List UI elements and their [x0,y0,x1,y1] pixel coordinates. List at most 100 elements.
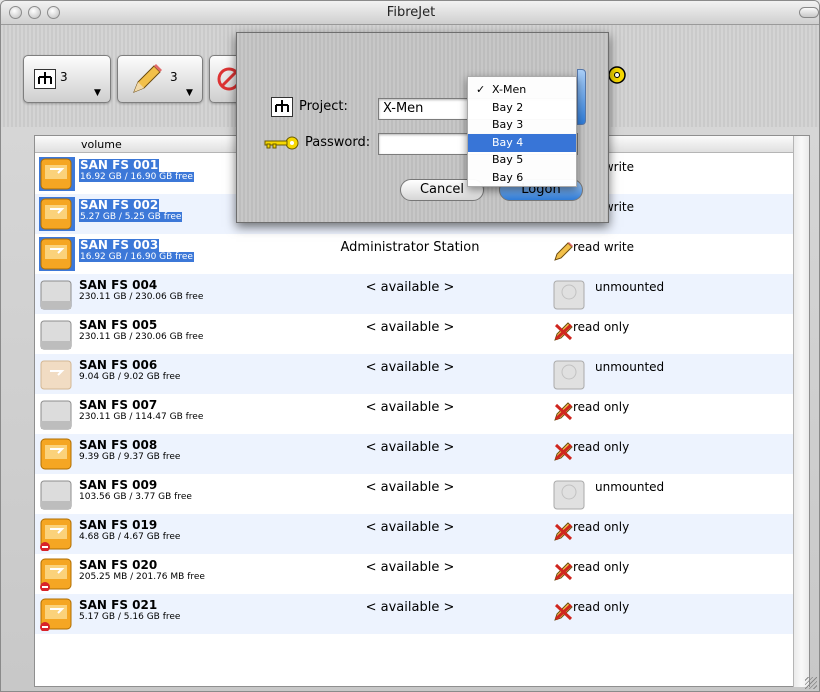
access-cell[interactable]: read write [553,238,733,270]
access-label: read only [573,320,630,334]
table-row[interactable]: SAN FS 021 5.17 GB / 5.16 GB free < availa… [35,594,793,634]
volume-name: SAN FS 004 [79,278,158,292]
access-cell[interactable]: read only [553,318,733,350]
volume-name: SAN FS 008 [79,438,158,452]
table-row[interactable]: SAN FS 020 205.25 MB / 201.76 MB free < av… [35,554,793,594]
volume-status: < available > [365,320,455,335]
menu-item-label: Bay 4 [492,135,524,149]
table-row[interactable]: SAN FS 006 9.04 GB / 9.02 GB free < availa… [35,354,793,394]
volume-status: < available > [365,520,455,535]
menu-item[interactable]: ✓ X-Men [468,81,576,99]
access-cell[interactable]: unmounted [553,278,733,310]
table-row[interactable]: SAN FS 005 230.11 GB / 230.06 GB free < av… [35,314,793,354]
access-cell[interactable]: read only [553,518,733,550]
volume-name: SAN FS 021 [79,598,158,612]
menu-item-label: Bay 3 [492,118,524,131]
menu-item[interactable]: Bay 3 [468,116,576,134]
volume-status: Administrator Station [340,240,480,255]
network-tree-icon [271,97,293,117]
gray-drive-icon [39,477,75,511]
key-icon [607,65,627,89]
crossed-pencil-icon [553,400,575,426]
faded-drive-icon [39,357,75,391]
menu-item[interactable]: Bay 2 [468,99,576,117]
volume-size: 9.39 GB / 9.37 GB free [79,452,181,462]
access-cell[interactable]: read only [553,598,733,630]
table-row[interactable]: SAN FS 003 16.92 GB / 16.90 GB free Admini… [35,234,793,274]
project-popup-arrows[interactable] [577,69,586,125]
access-cell[interactable]: unmounted [553,358,733,390]
table-row[interactable]: SAN FS 019 4.68 GB / 4.67 GB free < availa… [35,514,793,554]
menu-item[interactable]: Bay 6 [468,169,576,187]
table-row[interactable]: SAN FS 008 9.39 GB / 9.37 GB free < availa… [35,434,793,474]
volume-name: SAN FS 020 [79,558,158,572]
orange-drive-icon [39,157,75,191]
volume-name: SAN FS 019 [79,518,158,532]
column-header-volume[interactable]: volume [81,138,122,151]
project-toolbar-button[interactable]: 3 ▼ [23,55,111,103]
volume-status: < available > [365,600,455,615]
orange-drive-blocked-icon [39,597,75,632]
volume-name: SAN FS 007 [79,398,158,412]
window-title: FibreJet [386,5,436,20]
project-count: 3 [60,70,68,84]
pencil-icon [128,62,164,102]
crossed-pencil-icon [553,440,575,466]
access-label: read only [573,440,630,454]
menu-item[interactable]: Bay 4 [468,133,576,152]
table-rows: SAN FS 00116.92 GB / 16.90 GB freeread w… [35,154,793,634]
network-tree-icon [34,69,56,89]
volume-name: SAN FS 005 [79,318,158,332]
project-label: Project: [299,99,348,114]
access-label: read only [573,400,630,414]
project-dropdown-menu: ✓ X-Men Bay 2 Bay 3 Bay 4 Bay 5 Bay 6 [467,76,577,187]
orange-drive-icon [39,437,75,471]
volume-size: 230.11 GB / 114.47 GB free [79,412,204,422]
resize-handle[interactable] [805,677,817,689]
access-label: unmounted [595,280,665,294]
menu-item-label: X-Men [492,83,527,96]
gray-drive-icon [39,277,75,311]
access-label: unmounted [595,480,665,494]
pencil-icon [553,240,575,266]
access-cell[interactable]: read only [553,398,733,430]
gray-drive-icon [39,317,75,351]
chevron-down-icon: ▼ [94,88,101,98]
volume-name: SAN FS 006 [79,358,158,372]
volume-size: 5.27 GB / 5.25 GB free [79,212,183,222]
volume-size: 9.04 GB / 9.02 GB free [79,372,181,382]
access-label: read only [573,520,630,534]
vertical-scrollbar[interactable] [793,136,809,687]
table-row[interactable]: SAN FS 004 230.11 GB / 230.06 GB free < av… [35,274,793,314]
write-toolbar-button[interactable]: 3 ▼ [117,55,203,103]
menu-item-label: Bay 5 [492,153,524,166]
volume-size: 4.68 GB / 4.67 GB free [79,532,181,542]
volume-status: < available > [365,280,455,295]
menu-item[interactable]: Bay 5 [468,151,576,169]
table-row[interactable]: SAN FS 009 103.56 GB / 3.77 GB free < avai… [35,474,793,514]
volume-size: 230.11 GB / 230.06 GB free [79,292,204,302]
volume-name: SAN FS 009 [79,478,158,492]
access-label: read only [573,560,630,574]
title-bar: FibreJet [1,1,819,25]
access-cell[interactable]: read only [553,558,733,590]
orange-drive-icon [39,197,75,231]
volume-status: < available > [365,440,455,455]
access-label: read write [573,240,635,254]
volume-name: SAN FS 003 [79,238,160,252]
access-label: unmounted [595,360,665,374]
chevron-down-icon: ▼ [186,88,193,98]
volume-size: 16.92 GB / 16.90 GB free [79,252,194,262]
unmounted-disk-icon [553,480,585,514]
access-cell[interactable]: unmounted [553,478,733,510]
toolbar-toggle-button[interactable] [799,7,819,18]
volume-size: 230.11 GB / 230.06 GB free [79,332,204,342]
menu-item-label: Bay 2 [492,100,524,114]
password-label: Password: [305,135,371,150]
crossed-pencil-icon [553,520,575,546]
crossed-pencil-icon [553,320,575,346]
access-cell[interactable]: read only [553,438,733,470]
table-row[interactable]: SAN FS 007 230.11 GB / 114.47 GB free < av… [35,394,793,434]
orange-drive-icon [39,237,75,271]
orange-drive-blocked-icon [39,517,75,552]
